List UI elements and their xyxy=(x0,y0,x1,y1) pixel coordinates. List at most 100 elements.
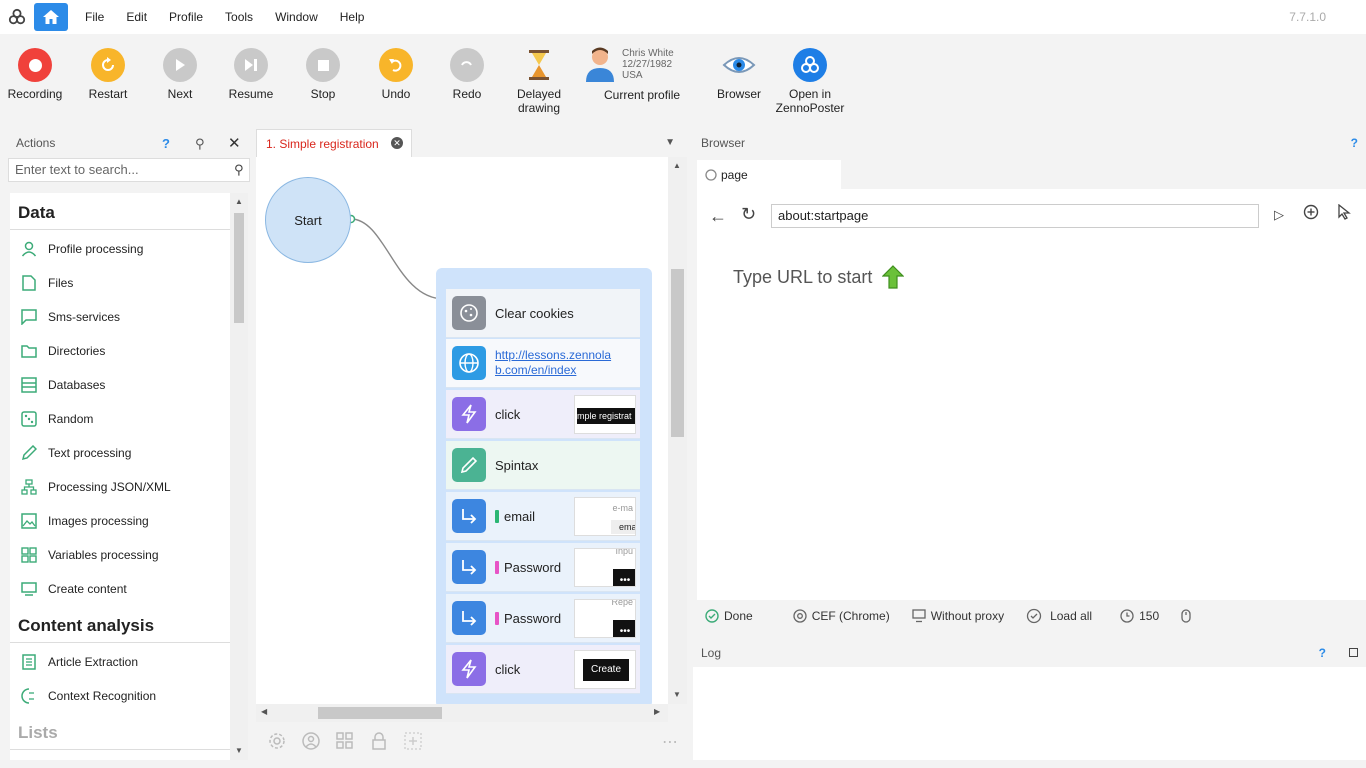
navigate-url-link[interactable]: http://lessons.zennola b.com/en/index xyxy=(495,348,611,378)
restart-button[interactable]: Restart xyxy=(72,48,144,101)
browser-help-icon[interactable]: ? xyxy=(1351,136,1358,150)
scroll-down-icon[interactable]: ▼ xyxy=(673,690,681,699)
status-engine[interactable]: CEF (Chrome) xyxy=(793,609,890,623)
maximize-icon[interactable] xyxy=(1349,648,1358,657)
action-images-processing[interactable]: Images processing xyxy=(10,504,230,538)
add-block-icon[interactable] xyxy=(402,730,424,752)
browser-panel: Browser ? page ← ↻ about:startpage ▷ Typ… xyxy=(693,129,1366,632)
reload-icon[interactable]: ↻ xyxy=(741,204,756,225)
action-context-recognition[interactable]: Context Recognition xyxy=(10,679,230,713)
tab-close-icon[interactable]: ✕ xyxy=(391,137,403,149)
tabs-dropdown-icon[interactable]: ▼ xyxy=(665,137,675,148)
status-load[interactable]: Load all xyxy=(1026,608,1092,624)
canvas-hscroll-thumb[interactable] xyxy=(318,707,442,719)
node-click-create[interactable]: click Create xyxy=(446,645,640,694)
arrow-return-icon xyxy=(452,601,486,635)
node-repeat-password[interactable]: Password Repe ••• xyxy=(446,594,640,643)
action-databases[interactable]: Databases xyxy=(10,368,230,402)
search-icon: ⚲ xyxy=(234,162,244,177)
action-random[interactable]: Random xyxy=(10,402,230,436)
canvas-vertical-scrollbar[interactable]: ▲ ▼ xyxy=(668,157,687,704)
recording-button[interactable]: Recording xyxy=(0,48,71,101)
canvas-horizontal-scrollbar[interactable]: ◀ ▶ xyxy=(256,704,668,722)
project-canvas[interactable]: Start Clear cookies http://lessons.zenno… xyxy=(256,157,668,704)
menu-profile[interactable]: Profile xyxy=(158,0,214,34)
user-icon xyxy=(20,240,38,258)
profile-dob: 12/27/1982 xyxy=(622,59,673,70)
node-set-password[interactable]: Password Inpu ••• xyxy=(446,543,640,592)
tab-simple-registration[interactable]: 1. Simple registration ✕ xyxy=(256,129,412,157)
zennodroid-logo-icon xyxy=(0,0,34,34)
node-spintax[interactable]: Spintax xyxy=(446,441,640,490)
back-icon[interactable]: ← xyxy=(709,206,727,227)
undo-button[interactable]: Undo xyxy=(360,48,432,101)
actions-scrollbar[interactable]: ▲ ▼ xyxy=(230,193,248,760)
action-create-content[interactable]: Create content xyxy=(10,572,230,606)
menu-bar: File Edit Profile Tools Window Help 7.7.… xyxy=(0,0,1366,34)
profile-icon[interactable] xyxy=(300,730,322,752)
action-sms-services[interactable]: Sms-services xyxy=(10,300,230,334)
actions-scroll-thumb[interactable] xyxy=(234,213,244,323)
stop-button[interactable]: Stop xyxy=(287,48,359,101)
canvas-footer-toolbar: ⋯ xyxy=(256,722,687,760)
action-files[interactable]: Files xyxy=(10,266,230,300)
delayed-drawing-button[interactable]: Delayed drawing xyxy=(503,48,575,115)
node-thumbnail: mple registrat xyxy=(574,395,636,434)
log-help-icon[interactable]: ? xyxy=(1319,646,1326,660)
actions-search-input[interactable]: Enter text to search... xyxy=(8,158,250,182)
settings-icon[interactable] xyxy=(266,730,288,752)
node-thumbnail: Create xyxy=(574,650,636,689)
pencil-icon xyxy=(20,444,38,462)
browser-button[interactable]: Browser xyxy=(703,48,775,101)
action-article-extraction[interactable]: Article Extraction xyxy=(10,645,230,679)
status-timeout[interactable]: 150 xyxy=(1120,609,1159,623)
address-bar-input[interactable]: about:startpage xyxy=(771,204,1259,228)
scroll-left-icon[interactable]: ◀ xyxy=(261,707,267,716)
close-icon[interactable]: ✕ xyxy=(228,134,241,152)
actions-help-icon[interactable]: ? xyxy=(162,136,170,151)
lock-icon[interactable] xyxy=(368,730,390,752)
section-lists: Lists xyxy=(10,713,230,750)
restart-icon xyxy=(91,48,125,82)
node-clear-cookies[interactable]: Clear cookies xyxy=(446,289,640,338)
more-icon[interactable]: ⋯ xyxy=(662,732,679,752)
action-variables-processing[interactable]: Variables processing xyxy=(10,538,230,572)
node-set-email[interactable]: email e-ma ema xyxy=(446,492,640,541)
menu-tools[interactable]: Tools xyxy=(214,0,264,34)
resume-button[interactable]: Resume xyxy=(215,48,287,101)
action-text-processing[interactable]: Text processing xyxy=(10,436,230,470)
scroll-up-icon[interactable]: ▲ xyxy=(673,161,681,170)
cursor-icon[interactable] xyxy=(1337,204,1351,220)
action-profile-processing[interactable]: Profile processing xyxy=(10,232,230,266)
grid-icon[interactable] xyxy=(334,730,356,752)
menu-file[interactable]: File xyxy=(74,0,115,34)
start-node[interactable]: Start xyxy=(265,177,351,263)
redo-button[interactable]: Redo xyxy=(431,48,503,101)
action-processing-json-xml[interactable]: Processing JSON/XML xyxy=(10,470,230,504)
status-proxy[interactable]: Without proxy xyxy=(912,609,1004,623)
scroll-right-icon[interactable]: ▶ xyxy=(654,707,660,716)
section-data: Data xyxy=(10,193,230,230)
scroll-down-icon[interactable]: ▼ xyxy=(235,746,243,755)
next-button[interactable]: Next xyxy=(144,48,216,101)
scroll-up-icon[interactable]: ▲ xyxy=(235,197,243,206)
action-group[interactable]: Clear cookies http://lessons.zennola b.co… xyxy=(436,268,652,704)
menu-edit[interactable]: Edit xyxy=(115,0,158,34)
menu-window[interactable]: Window xyxy=(264,0,329,34)
node-navigate-url[interactable]: http://lessons.zennola b.com/en/index xyxy=(446,339,640,388)
node-click-registration[interactable]: click mple registrat xyxy=(446,390,640,439)
log-panel-title: Log xyxy=(701,646,722,660)
canvas-vscroll-thumb[interactable] xyxy=(671,269,684,437)
check-circle-icon xyxy=(705,609,719,623)
add-target-icon[interactable] xyxy=(1303,204,1319,220)
browser-tab-page[interactable]: page xyxy=(697,160,841,189)
open-in-zennoposter-button[interactable]: Open in ZennoPoster xyxy=(774,48,846,115)
action-directories[interactable]: Directories xyxy=(10,334,230,368)
pin-icon[interactable]: ⚲ xyxy=(195,136,205,152)
go-icon[interactable]: ▷ xyxy=(1274,207,1284,223)
browser-view[interactable]: ← ↻ about:startpage ▷ Type URL to start xyxy=(697,189,1366,600)
section-content-analysis: Content analysis xyxy=(10,606,230,643)
mouse-icon[interactable] xyxy=(1181,609,1191,623)
home-button[interactable] xyxy=(34,3,68,31)
menu-help[interactable]: Help xyxy=(329,0,376,34)
